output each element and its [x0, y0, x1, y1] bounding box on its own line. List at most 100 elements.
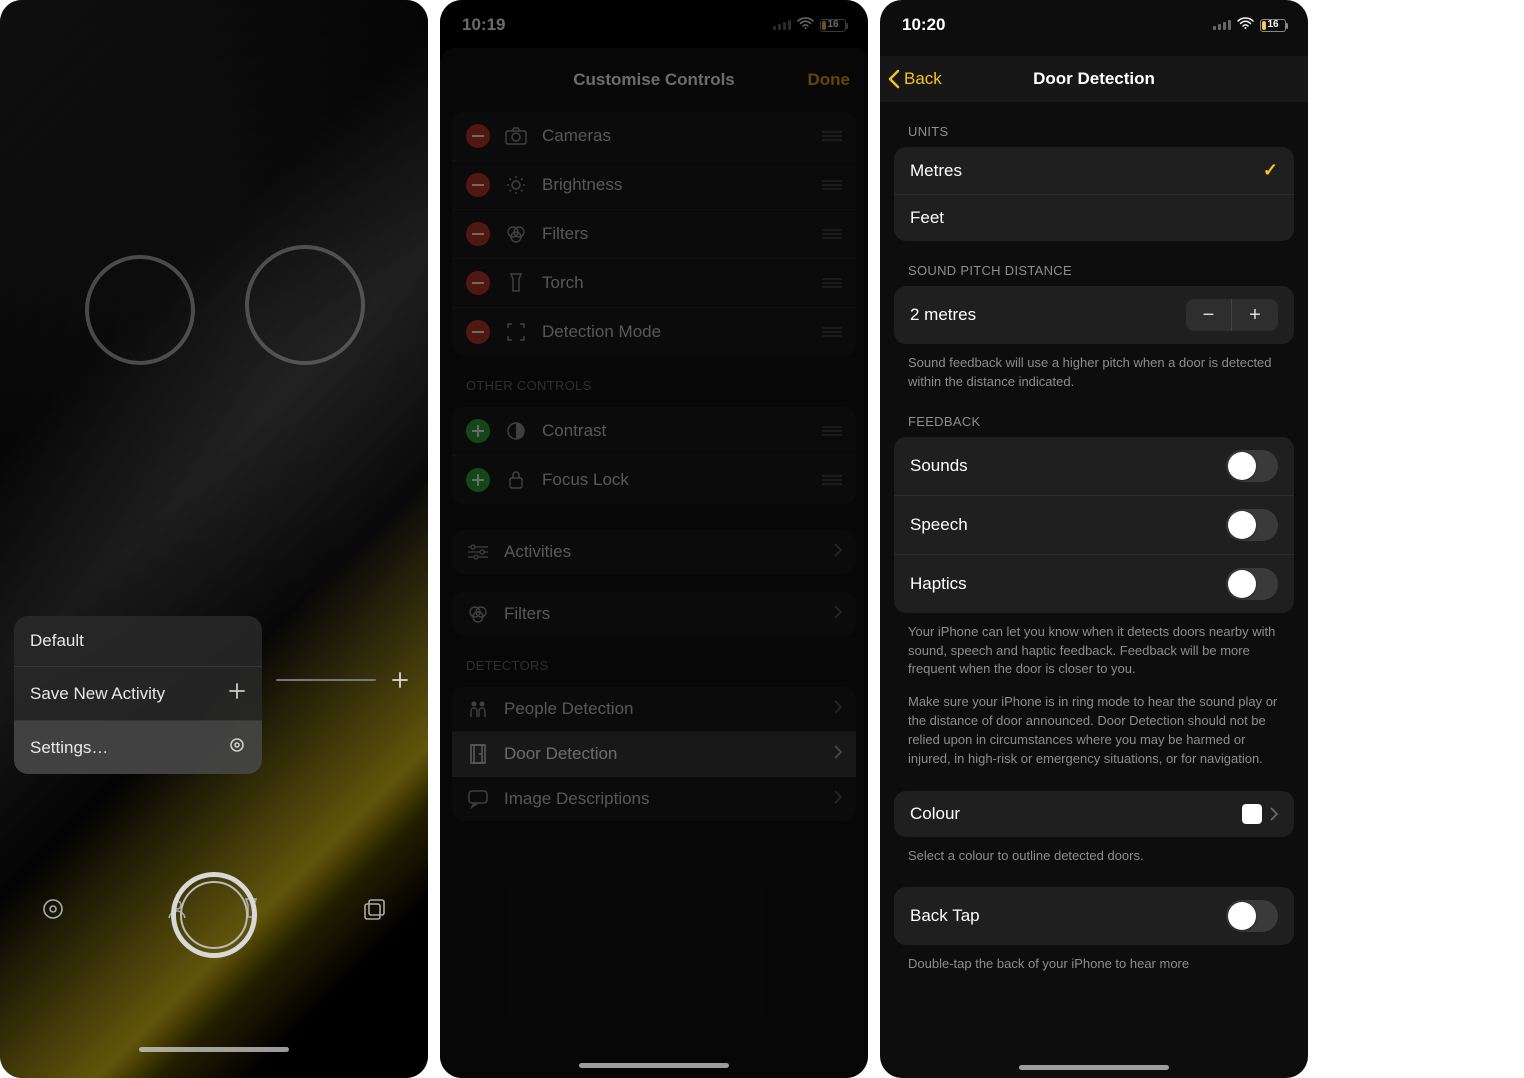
- control-row-cameras[interactable]: Cameras: [452, 112, 856, 161]
- control-row-brightness[interactable]: Brightness: [452, 161, 856, 210]
- plus-icon: [228, 682, 246, 705]
- torch-icon: [504, 273, 528, 293]
- add-icon[interactable]: [466, 468, 490, 492]
- control-row-filters[interactable]: Filters: [452, 210, 856, 259]
- filters-row[interactable]: Filters: [452, 592, 856, 636]
- zoom-plus-icon[interactable]: [390, 670, 410, 690]
- wifi-icon: [1237, 15, 1254, 35]
- other-controls-group: Contrast Focus Lock: [452, 407, 856, 504]
- control-row-focus-lock[interactable]: Focus Lock: [452, 456, 856, 504]
- menu-item-settings[interactable]: Settings…: [14, 721, 262, 774]
- row-label: Colour: [910, 804, 960, 824]
- activity-menu-popup: Default Save New Activity Settings…: [14, 616, 262, 774]
- activities-row[interactable]: Activities: [452, 530, 856, 574]
- feedback-note-2: Make sure your iPhone is in ring mode to…: [908, 693, 1280, 768]
- activities-gear-button[interactable]: [28, 884, 78, 934]
- home-indicator[interactable]: [1019, 1065, 1169, 1070]
- detectors-header: DETECTORS: [466, 658, 842, 673]
- reorder-handle-icon[interactable]: [822, 322, 842, 342]
- remove-icon[interactable]: [466, 124, 490, 148]
- reorder-handle-icon[interactable]: [822, 421, 842, 441]
- back-button[interactable]: Back: [888, 69, 942, 89]
- remove-icon[interactable]: [466, 320, 490, 344]
- feedback-group: Sounds Speech Haptics: [894, 437, 1294, 613]
- speech-switch[interactable]: [1226, 509, 1278, 541]
- zoom-slider-row: [276, 670, 410, 690]
- sliders-icon: [466, 544, 490, 560]
- remove-icon[interactable]: [466, 173, 490, 197]
- feedback-speech-row[interactable]: Speech: [894, 496, 1294, 555]
- control-row-detection-mode[interactable]: Detection Mode: [452, 308, 856, 356]
- feedback-header: FEEDBACK: [908, 414, 1280, 429]
- pitch-stepper: − +: [1186, 299, 1278, 331]
- row-label: Detection Mode: [542, 322, 661, 342]
- row-label: Brightness: [542, 175, 622, 195]
- home-indicator[interactable]: [139, 1047, 289, 1052]
- add-icon[interactable]: [466, 419, 490, 443]
- stepper-plus-button[interactable]: +: [1232, 299, 1278, 331]
- control-row-contrast[interactable]: Contrast: [452, 407, 856, 456]
- row-label: People Detection: [504, 699, 633, 719]
- backtap-note: Double-tap the back of your iPhone to he…: [908, 955, 1280, 974]
- backtap-row[interactable]: Back Tap: [894, 887, 1294, 945]
- home-indicator[interactable]: [579, 1063, 729, 1068]
- battery-indicator: 16: [820, 19, 846, 32]
- sounds-switch[interactable]: [1226, 450, 1278, 482]
- reorder-handle-icon[interactable]: [822, 175, 842, 195]
- detector-row-people[interactable]: People Detection: [452, 687, 856, 732]
- row-label: Haptics: [910, 574, 967, 594]
- units-metres-row[interactable]: Metres ✓: [894, 147, 1294, 195]
- status-bar: 10:20 16: [880, 10, 1308, 40]
- row-label: Filters: [504, 604, 550, 624]
- menu-item-save-activity[interactable]: Save New Activity: [14, 667, 262, 721]
- checkmark-icon: ✓: [1263, 160, 1278, 181]
- backtap-switch[interactable]: [1226, 900, 1278, 932]
- multi-photo-button[interactable]: [350, 884, 400, 934]
- status-bar: 10:19 16: [440, 10, 868, 40]
- colour-swatch: [1242, 804, 1262, 824]
- people-icon: [466, 700, 490, 718]
- row-label: Activities: [504, 542, 571, 562]
- menu-label: Save New Activity: [30, 684, 165, 704]
- reorder-handle-icon[interactable]: [822, 224, 842, 244]
- activities-link-group: Activities: [452, 530, 856, 574]
- remove-icon[interactable]: [466, 271, 490, 295]
- row-label: Focus Lock: [542, 470, 629, 490]
- remove-icon[interactable]: [466, 222, 490, 246]
- feedback-haptics-row[interactable]: Haptics: [894, 555, 1294, 613]
- chevron-right-icon: [834, 744, 842, 764]
- filters-icon: [504, 224, 528, 244]
- done-button[interactable]: Done: [808, 70, 851, 90]
- chevron-right-icon: [834, 699, 842, 719]
- haptics-switch[interactable]: [1226, 568, 1278, 600]
- door-detection-settings-screen: 10:20 16 Back Door Detection UNITS Metre…: [880, 0, 1308, 1078]
- colour-row[interactable]: Colour: [894, 791, 1294, 837]
- detector-row-image-descriptions[interactable]: Image Descriptions: [452, 777, 856, 821]
- reorder-handle-icon[interactable]: [822, 470, 842, 490]
- detector-row-door[interactable]: Door Detection: [452, 732, 856, 777]
- status-time: 10:20: [902, 15, 945, 35]
- status-time: 10:19: [462, 15, 505, 35]
- filters-icon: [466, 604, 490, 624]
- detectors-group: People Detection Door Detection Image De…: [452, 687, 856, 821]
- menu-item-default[interactable]: Default: [14, 616, 262, 667]
- row-label: Contrast: [542, 421, 606, 441]
- gear-icon: [228, 736, 246, 759]
- magnifier-camera-screen: Default Save New Activity Settings…: [0, 0, 428, 1078]
- units-feet-row[interactable]: Feet: [894, 195, 1294, 241]
- stepper-minus-button[interactable]: −: [1186, 299, 1232, 331]
- pitch-header: SOUND PITCH DISTANCE: [908, 263, 1280, 278]
- colour-group: Colour: [894, 791, 1294, 837]
- shutter-button[interactable]: [171, 872, 257, 958]
- row-label: Metres: [910, 161, 962, 181]
- row-label: Filters: [542, 224, 588, 244]
- reorder-handle-icon[interactable]: [822, 273, 842, 293]
- zoom-slider[interactable]: [276, 679, 376, 681]
- units-header: UNITS: [908, 124, 1280, 139]
- units-group: Metres ✓ Feet: [894, 147, 1294, 241]
- sheet-title: Customise Controls: [573, 70, 735, 90]
- reorder-handle-icon[interactable]: [822, 126, 842, 146]
- menu-label: Settings…: [30, 738, 108, 758]
- control-row-torch[interactable]: Torch: [452, 259, 856, 308]
- feedback-sounds-row[interactable]: Sounds: [894, 437, 1294, 496]
